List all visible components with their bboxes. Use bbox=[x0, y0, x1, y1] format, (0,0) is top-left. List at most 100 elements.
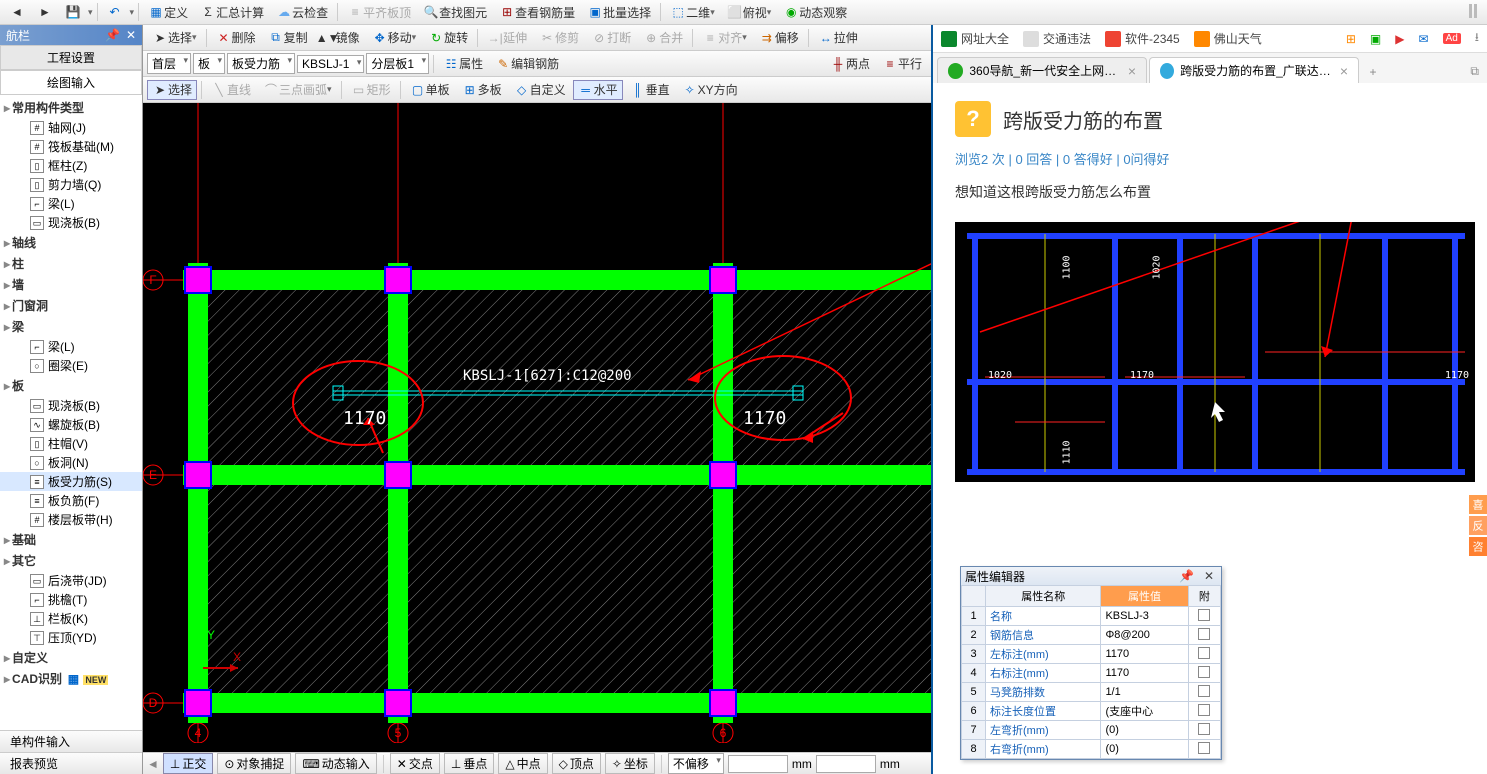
horiz-button[interactable]: ═水平 bbox=[573, 80, 623, 100]
bookmark-item[interactable]: 交通违法 bbox=[1023, 30, 1091, 47]
ext-icon[interactable]: ▶ bbox=[1395, 32, 1404, 46]
save-button[interactable]: 💾 bbox=[60, 2, 86, 22]
perspective-button[interactable]: ⬜俯视▾ bbox=[722, 2, 777, 22]
layerboard-dropdown[interactable]: 分层板1 bbox=[366, 53, 429, 74]
prop-apply-cell[interactable] bbox=[1188, 683, 1220, 702]
kbslj-dropdown[interactable]: KBSLJ-1 bbox=[297, 55, 364, 73]
undo-button[interactable]: ↶ bbox=[102, 2, 128, 22]
rotate-button[interactable]: ↻旋转 bbox=[423, 28, 473, 48]
toolbar-grip[interactable] bbox=[1469, 4, 1477, 18]
tree-category[interactable]: ▸其它 bbox=[0, 550, 142, 571]
batchsel-button[interactable]: ▣批量选择 bbox=[582, 2, 656, 22]
tree-item[interactable]: ○板洞(N) bbox=[0, 453, 142, 472]
prop-titlebar[interactable]: 属性编辑器 📌 ✕ bbox=[961, 567, 1221, 585]
trim-button[interactable]: ✂修剪 bbox=[534, 28, 584, 48]
copy-button[interactable]: ⧉复制 bbox=[263, 28, 313, 48]
tree-item[interactable]: ▯框柱(Z) bbox=[0, 156, 142, 175]
tree-item[interactable]: ⊥栏板(K) bbox=[0, 609, 142, 628]
bookmark-item[interactable]: 软件-2345 bbox=[1105, 30, 1180, 47]
prop-value-cell[interactable]: Φ8@200 bbox=[1101, 626, 1188, 645]
prop-row[interactable]: 4右标注(mm)1170 bbox=[962, 664, 1221, 683]
xydir-button[interactable]: ✧XY方向 bbox=[677, 80, 743, 100]
intersect-toggle[interactable]: ✕交点 bbox=[390, 753, 440, 774]
rect-button[interactable]: ▭矩形 bbox=[346, 80, 396, 100]
prop-value-cell[interactable]: 1170 bbox=[1101, 664, 1188, 683]
delete-button[interactable]: ✕删除 bbox=[211, 28, 261, 48]
prop-apply-cell[interactable] bbox=[1188, 740, 1220, 759]
single-button[interactable]: ▢单板 bbox=[405, 80, 455, 100]
tab-close-icon[interactable]: × bbox=[1340, 63, 1348, 79]
tree-item[interactable]: ▭现浇板(B) bbox=[0, 213, 142, 232]
prop-apply-cell[interactable] bbox=[1188, 607, 1220, 626]
tree-item[interactable]: ▯柱帽(V) bbox=[0, 434, 142, 453]
scroll-left-icon[interactable]: ◄ bbox=[147, 757, 159, 771]
tree-item[interactable]: ▯剪力墙(Q) bbox=[0, 175, 142, 194]
tree-item[interactable]: #楼层板带(H) bbox=[0, 510, 142, 529]
comp-dropdown[interactable]: 板 bbox=[193, 53, 225, 74]
dyninput-toggle[interactable]: ⌨动态输入 bbox=[295, 753, 376, 774]
offset-button[interactable]: ⇉偏移 bbox=[754, 28, 804, 48]
tree-item[interactable]: ⌐梁(L) bbox=[0, 337, 142, 356]
tree-category-cad[interactable]: ▸CAD识别 ▦NEW bbox=[0, 668, 142, 689]
snap-toggle[interactable]: ⊙对象捕捉 bbox=[217, 753, 291, 774]
checkbox-icon[interactable] bbox=[1198, 723, 1210, 735]
offset-mode-dropdown[interactable]: 不偏移 bbox=[668, 753, 724, 774]
break-button[interactable]: ⊘打断 bbox=[586, 28, 636, 48]
stretch-button[interactable]: ↔拉伸 bbox=[813, 28, 863, 48]
mirror-button[interactable]: ▲▼镜像 bbox=[315, 28, 365, 48]
2d-button[interactable]: ⬚二维▾ bbox=[665, 2, 720, 22]
property-editor[interactable]: 属性编辑器 📌 ✕ 属性名称 属性值 附 1名称KBSLJ-32钢筋信息Φ8@2… bbox=[960, 566, 1222, 760]
tab-overflow-icon[interactable]: ⧉ bbox=[1466, 60, 1483, 83]
line-button[interactable]: ╲直线 bbox=[206, 80, 256, 100]
ext-icon[interactable]: ▣ bbox=[1370, 32, 1381, 46]
prop-apply-cell[interactable] bbox=[1188, 664, 1220, 683]
checkbox-icon[interactable] bbox=[1198, 628, 1210, 640]
move-button[interactable]: ✥移动▾ bbox=[367, 28, 422, 48]
vert-button[interactable]: ║垂直 bbox=[625, 80, 675, 100]
prop-row[interactable]: 3左标注(mm)1170 bbox=[962, 645, 1221, 664]
tree-item[interactable]: ▭后浇带(JD) bbox=[0, 571, 142, 590]
viewgraph-button[interactable]: 🔍查找图元 bbox=[418, 2, 492, 22]
extend-button[interactable]: →|延伸 bbox=[482, 28, 532, 48]
prop-value-cell[interactable]: 1170 bbox=[1101, 645, 1188, 664]
tab-close-icon[interactable]: × bbox=[1128, 63, 1136, 79]
prop-row[interactable]: 1名称KBSLJ-3 bbox=[962, 607, 1221, 626]
checkbox-icon[interactable] bbox=[1198, 609, 1210, 621]
pin-icon[interactable]: 📌 bbox=[1176, 569, 1197, 583]
custom-button[interactable]: ◇自定义 bbox=[509, 80, 571, 100]
checkbox-icon[interactable] bbox=[1198, 685, 1210, 697]
browser-tab[interactable]: 跨版受力筋的布置_广联达服务新× bbox=[1149, 57, 1359, 83]
parallel-button[interactable]: ≡平行 bbox=[877, 54, 927, 74]
close-icon[interactable]: ✕ bbox=[1201, 569, 1217, 583]
rebar-dropdown[interactable]: 板受力筋 bbox=[227, 53, 295, 74]
define-button[interactable]: ▦定义 bbox=[143, 2, 193, 22]
prop-value-cell[interactable]: (0) bbox=[1101, 721, 1188, 740]
coord-toggle[interactable]: ✧坐标 bbox=[605, 753, 655, 774]
prop-apply-cell[interactable] bbox=[1188, 626, 1220, 645]
sumcalc-button[interactable]: Σ汇总计算 bbox=[195, 2, 269, 22]
tree-category[interactable]: ▸轴线 bbox=[0, 232, 142, 253]
tree-item[interactable]: ≡板负筋(F) bbox=[0, 491, 142, 510]
tree-item[interactable]: ⌐挑檐(T) bbox=[0, 590, 142, 609]
prop-row[interactable]: 8右弯折(mm)(0) bbox=[962, 740, 1221, 759]
draw-input-section[interactable]: 绘图输入 bbox=[0, 70, 142, 95]
tree-item[interactable]: ⌐梁(L) bbox=[0, 194, 142, 213]
ext-icon[interactable]: ⊞ bbox=[1346, 32, 1356, 46]
merge-button[interactable]: ⊕合并 bbox=[638, 28, 688, 48]
offset-x-input[interactable] bbox=[728, 755, 788, 773]
tree-item[interactable]: ▭现浇板(B) bbox=[0, 396, 142, 415]
mid-toggle[interactable]: △中点 bbox=[498, 753, 547, 774]
arc-button[interactable]: ⌒三点画弧▾ bbox=[258, 80, 337, 100]
offset-y-input[interactable] bbox=[816, 755, 876, 773]
prop-row[interactable]: 2钢筋信息Φ8@200 bbox=[962, 626, 1221, 645]
adblock-icon[interactable]: Ad bbox=[1443, 33, 1461, 44]
back-button[interactable]: ◄ bbox=[4, 2, 30, 22]
apex-toggle[interactable]: ◇顶点 bbox=[552, 753, 601, 774]
checkbox-icon[interactable] bbox=[1198, 742, 1210, 754]
prop-value-cell[interactable]: (支座中心 bbox=[1101, 702, 1188, 721]
prop-row[interactable]: 6标注长度位置(支座中心 bbox=[962, 702, 1221, 721]
cloudcheck-button[interactable]: ☁云检查 bbox=[271, 2, 333, 22]
checkbox-icon[interactable] bbox=[1198, 704, 1210, 716]
question-image[interactable]: 1100 1020 1020 1170 1170 1110 bbox=[955, 222, 1475, 482]
tree-item[interactable]: #轴网(J) bbox=[0, 118, 142, 137]
